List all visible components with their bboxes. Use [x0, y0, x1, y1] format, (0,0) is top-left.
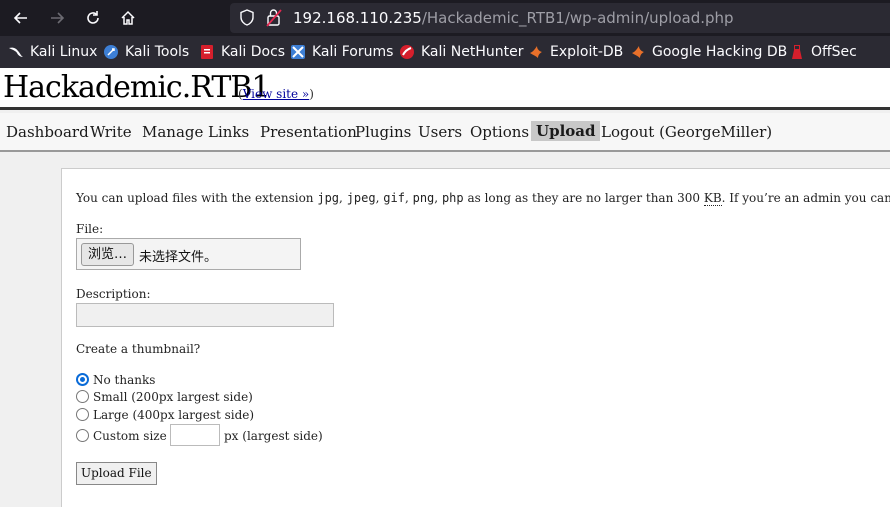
thumbnail-label: Create a thumbnail?	[76, 342, 201, 356]
bookmark-kali-nethunter[interactable]: Kali NetHunter	[399, 42, 523, 62]
intro-mid: as long as they are no larger than 300	[467, 191, 701, 205]
bookmark-google-hacking-db[interactable]: Google Hacking DB	[630, 42, 787, 62]
menu-users[interactable]: Users	[418, 123, 462, 141]
bookmark-kali-tools[interactable]: Kali Tools	[103, 42, 189, 62]
menu-dashboard[interactable]: Dashboard	[6, 123, 89, 141]
menu-upload[interactable]: Upload	[531, 121, 601, 141]
reload-icon[interactable]	[80, 6, 106, 30]
view-site-link[interactable]: View site »	[243, 87, 310, 101]
upload-intro: You can upload files with the extension …	[76, 191, 890, 206]
ext-gif: gif	[383, 191, 405, 205]
ext-jpeg: jpeg	[346, 191, 376, 205]
admin-menu: Dashboard Write Manage Links Presentatio…	[0, 113, 890, 152]
url-path: /Hackademic_RTB1/wp-admin/upload.php	[421, 9, 734, 27]
radio-label-small: Small (200px largest side)	[93, 390, 253, 404]
radio-large[interactable]	[76, 408, 89, 421]
paren-close: )	[309, 87, 314, 101]
menu-logout[interactable]: Logout (GeorgeMiller)	[601, 123, 772, 141]
bookmark-label: Kali Forums	[312, 44, 394, 60]
menu-plugins[interactable]: Plugins	[355, 123, 411, 141]
upload-form: You can upload files with the extension …	[61, 168, 890, 507]
offsec-icon	[792, 45, 802, 59]
kali-docs-icon	[201, 45, 213, 59]
bookmark-label: Kali Docs	[221, 44, 286, 60]
radio-label-custom: Custom size :	[93, 429, 175, 443]
custom-size-suffix: px (largest side)	[224, 429, 323, 443]
file-label: File:	[76, 222, 104, 236]
sep: ,	[339, 191, 343, 205]
home-icon[interactable]	[115, 6, 141, 30]
description-label: Description:	[76, 287, 151, 301]
bookmark-kali-forums[interactable]: Kali Forums	[290, 42, 393, 62]
shield-icon[interactable]	[240, 9, 254, 26]
bookmark-kali-docs[interactable]: Kali Docs	[199, 42, 285, 62]
address-bar[interactable]: 192.168.110.235/Hackademic_RTB1/wp-admin…	[230, 3, 890, 33]
bookmark-exploit-db[interactable]: Exploit-DB	[528, 42, 623, 62]
kali-tools-icon	[104, 45, 118, 59]
menu-options[interactable]: Options	[470, 123, 529, 141]
kb-abbr: KB	[703, 191, 722, 206]
intro-suffix: . If you’re an admin you can configure t…	[721, 191, 890, 205]
bookmark-label: Exploit-DB	[550, 44, 624, 60]
bookmark-label: Kali Tools	[125, 44, 190, 60]
menu-write[interactable]: Write	[90, 123, 132, 141]
radio-no-thanks[interactable]	[76, 373, 89, 386]
upload-file-button[interactable]: Upload File	[76, 462, 157, 485]
bookmark-offsec[interactable]: OffSec	[789, 42, 857, 62]
url-text: 192.168.110.235/Hackademic_RTB1/wp-admin…	[293, 9, 734, 27]
ghdb-icon	[632, 46, 644, 58]
menu-links[interactable]: Links	[208, 123, 249, 141]
bookmarks-bar: Kali Linux Kali Tools Kali Docs Kali For…	[0, 36, 890, 68]
menu-manage[interactable]: Manage	[142, 123, 203, 141]
ext-png: png	[412, 191, 435, 205]
kali-nethunter-icon	[400, 45, 414, 59]
view-site: (View site »)	[238, 87, 314, 101]
ext-jpg: jpg	[317, 191, 340, 205]
browse-button[interactable]: 浏览…	[81, 243, 135, 266]
radio-custom[interactable]	[76, 429, 89, 442]
page-content: Hackademic.RTB1 (View site ») Dashboard …	[0, 68, 890, 507]
url-host: 192.168.110.235	[293, 9, 422, 27]
description-input[interactable]	[76, 303, 334, 327]
custom-size-input[interactable]	[170, 424, 220, 446]
kali-dragon-icon	[9, 47, 23, 57]
intro-prefix: You can upload files with the extension	[76, 191, 314, 205]
bookmark-kali-linux[interactable]: Kali Linux	[8, 42, 97, 62]
bookmark-label: Google Hacking DB	[652, 44, 788, 60]
bookmark-label: Kali NetHunter	[421, 44, 524, 60]
bookmark-label: Kali Linux	[30, 44, 98, 60]
sep: ,	[375, 191, 380, 205]
radio-label-large: Large (400px largest side)	[93, 408, 255, 422]
no-file-text: 未选择文件。	[139, 250, 218, 265]
site-header: Hackademic.RTB1 (View site »)	[0, 68, 890, 110]
browser-toolbar: 192.168.110.235/Hackademic_RTB1/wp-admin…	[0, 0, 890, 36]
kali-forums-icon	[291, 45, 305, 59]
back-arrow-icon[interactable]	[8, 6, 34, 30]
bookmark-label: OffSec	[811, 44, 857, 60]
forward-arrow-icon[interactable]	[44, 6, 70, 30]
sep: ,	[404, 191, 409, 205]
menu-presentation[interactable]: Presentation	[260, 123, 357, 141]
sep: ,	[434, 191, 439, 205]
exploit-db-icon	[530, 46, 542, 58]
file-input[interactable]: 浏览… 未选择文件。	[76, 238, 301, 270]
radio-label-no-thanks: No thanks	[93, 373, 156, 387]
insecure-lock-icon[interactable]	[266, 8, 282, 27]
radio-small[interactable]	[76, 390, 89, 403]
site-title: Hackademic.RTB1	[3, 70, 270, 105]
ext-php: php	[441, 191, 464, 205]
